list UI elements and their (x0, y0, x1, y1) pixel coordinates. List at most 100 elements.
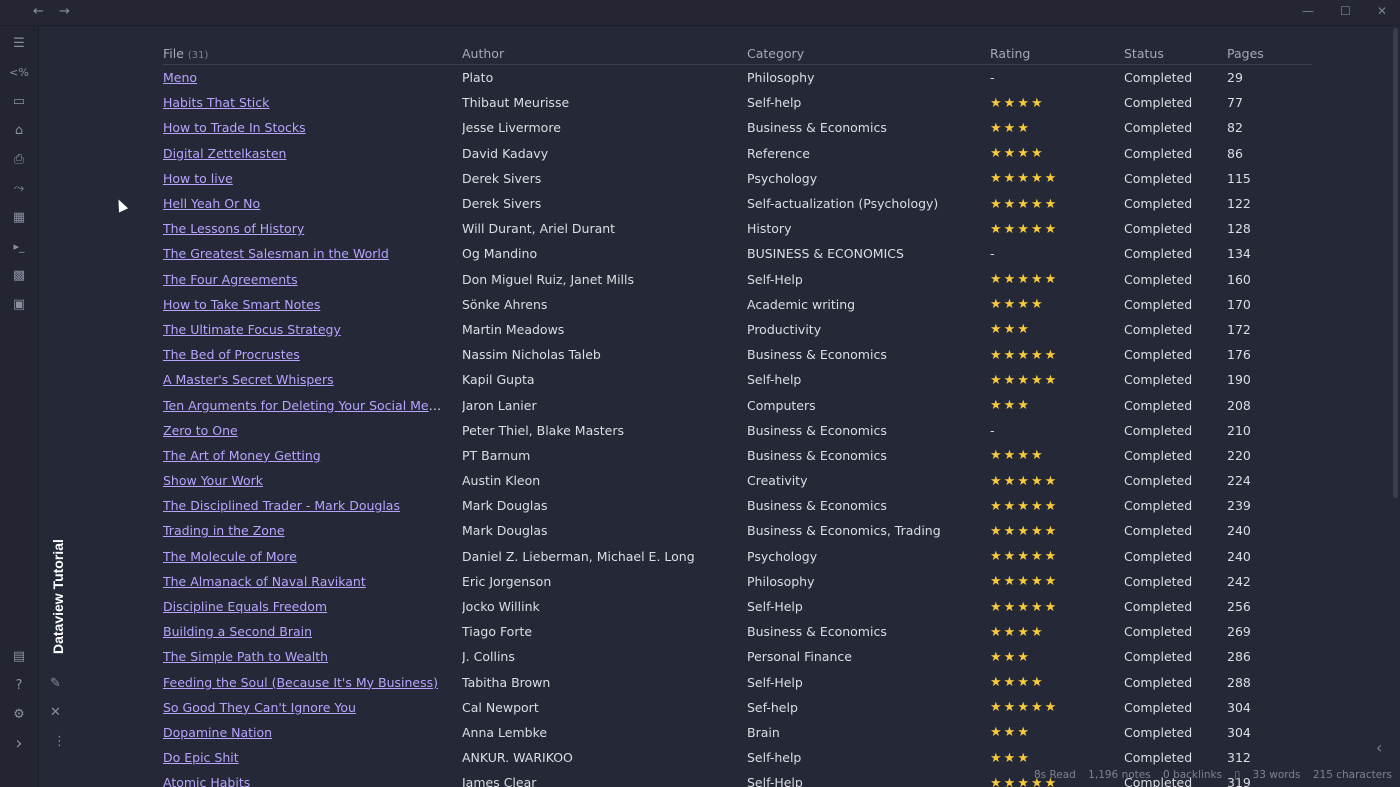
star-icon: ★ (1030, 372, 1043, 388)
book-icon[interactable]: ▯ (1234, 769, 1240, 781)
close-icon[interactable]: ✕ (50, 705, 61, 720)
pages-cell: 220 (1227, 447, 1251, 463)
file-link[interactable]: Feeding the Soul (Because It's My Busine… (163, 675, 438, 690)
terminal-icon[interactable]: ▸_ (9, 237, 29, 257)
table-body: Meno Plato Philosophy - Completed 29 Habits Th… (163, 65, 1312, 787)
file-link[interactable]: Digital Zettelkasten (163, 146, 286, 161)
star-icon: ★ (990, 498, 1002, 514)
star-icon: ★ (990, 171, 1002, 187)
file-link[interactable]: The Disciplined Trader - Mark Douglas (163, 498, 400, 513)
column-header-author[interactable]: Author (462, 42, 747, 65)
file-link[interactable]: So Good They Can't Ignore You (163, 700, 356, 715)
category-cell: Reference (747, 145, 810, 161)
pages-cell: 190 (1227, 372, 1251, 388)
edit-pencil-icon[interactable]: ✎ (50, 676, 61, 691)
settings-gear-icon[interactable]: ⚙ (9, 705, 29, 725)
file-link[interactable]: Dopamine Nation (163, 725, 272, 740)
file-link[interactable]: The Four Agreements (163, 272, 298, 287)
file-link[interactable]: The Art of Money Getting (163, 448, 321, 463)
pages-cell: 256 (1227, 599, 1251, 615)
file-link[interactable]: Trading in the Zone (163, 523, 285, 538)
forward-arrow-icon[interactable]: → (59, 4, 70, 19)
vault-icon[interactable]: ▤ (9, 647, 29, 667)
files-icon[interactable]: ☰ (9, 34, 29, 54)
file-link[interactable]: Ten Arguments for Deleting Your Social M… (163, 398, 462, 413)
pages-cell: 240 (1227, 548, 1251, 564)
star-icon: ★ (1030, 221, 1043, 237)
file-link[interactable]: The Almanack of Naval Ravikant (163, 574, 366, 589)
file-link[interactable]: Habits That Stick (163, 95, 269, 110)
expand-chevron-icon[interactable]: › (9, 734, 29, 754)
table-row: How to Take Smart Notes Sönke Ahrens Acade… (163, 292, 1312, 317)
file-cell: The Disciplined Trader - Mark Douglas (163, 493, 462, 518)
backlinks-count[interactable]: 0 backlinks (1163, 769, 1222, 781)
rating-cell: ★ ★ ★ ★ ★ (990, 518, 1124, 543)
file-link[interactable]: The Molecule of More (163, 549, 297, 564)
vault-name[interactable]: Dataview Tutorial (50, 539, 70, 662)
help-icon[interactable]: ? (9, 676, 29, 696)
status-cell: Completed (1124, 599, 1193, 615)
file-link[interactable]: A Master's Secret Whispers (163, 372, 334, 387)
file-link[interactable]: The Lessons of History (163, 221, 304, 236)
file-link[interactable]: Building a Second Brain (163, 624, 312, 639)
notebook-icon[interactable]: ▭ (9, 92, 29, 112)
category-cell: Business & Economics (747, 120, 887, 136)
file-link[interactable]: The Simple Path to Wealth (163, 649, 328, 664)
more-options-icon[interactable]: ⋮ (53, 734, 66, 749)
collapse-right-panel-icon[interactable]: ‹ (1376, 738, 1382, 757)
print-icon[interactable]: ⎙ (9, 150, 29, 170)
calendar-icon[interactable]: ▦ (9, 208, 29, 228)
apps-icon[interactable]: ▩ (9, 266, 29, 286)
status-cell: Completed (1124, 196, 1193, 212)
file-link[interactable]: Do Epic Shit (163, 750, 239, 765)
minimize-icon[interactable]: — (1302, 4, 1314, 18)
category-cell: Computers (747, 397, 816, 413)
file-link[interactable]: Discipline Equals Freedom (163, 599, 327, 614)
file-link[interactable]: Show Your Work (163, 473, 263, 488)
table-row: The Molecule of More Daniel Z. Lieberman,… (163, 544, 1312, 569)
back-arrow-icon[interactable]: ← (33, 4, 44, 19)
star-icon: ★ (1044, 196, 1057, 212)
maximize-icon[interactable]: ☐ (1340, 4, 1351, 18)
column-header-status[interactable]: Status (1124, 42, 1227, 65)
file-link[interactable]: How to live (163, 171, 233, 186)
column-header-file[interactable]: File (31) (163, 42, 462, 65)
star-icon: ★ (990, 775, 1002, 787)
author-cell: Cal Newport (462, 699, 539, 715)
rating-cell: ★ ★ ★ ★ ★ (990, 367, 1124, 392)
category-cell: Self-Help (747, 271, 803, 287)
templater-icon[interactable]: <% (9, 63, 29, 83)
graph-view-icon[interactable]: ⤳ (9, 179, 29, 199)
star-icon: ★ (1030, 549, 1043, 565)
file-link[interactable]: Zero to One (163, 423, 238, 438)
file-link[interactable]: The Ultimate Focus Strategy (163, 322, 341, 337)
category-cell: Self-help (747, 372, 802, 388)
image-icon[interactable]: ▣ (9, 295, 29, 315)
note-content: File (31) Author Category Rating Status … (80, 26, 1390, 787)
home-icon[interactable]: ⌂ (9, 121, 29, 141)
file-link[interactable]: Meno (163, 70, 197, 85)
status-cell: Completed (1124, 523, 1193, 539)
status-cell: Completed (1124, 221, 1193, 237)
file-link[interactable]: How to Trade In Stocks (163, 120, 306, 135)
close-window-icon[interactable]: ✕ (1377, 4, 1387, 18)
file-link[interactable]: Atomic Habits (163, 775, 250, 787)
pages-cell: 115 (1227, 170, 1251, 186)
star-icon: ★ (1017, 649, 1029, 665)
column-header-pages[interactable]: Pages (1227, 42, 1312, 65)
star-icon: ★ (990, 523, 1002, 539)
column-header-rating[interactable]: Rating (990, 42, 1124, 65)
empty-rating: - (990, 246, 995, 262)
file-link[interactable]: Hell Yeah Or No (163, 196, 260, 211)
table-row: The Disciplined Trader - Mark Douglas Mar… (163, 493, 1312, 518)
star-icon: ★ (1003, 272, 1016, 288)
star-icon: ★ (1017, 750, 1029, 766)
scrollbar[interactable] (1393, 28, 1398, 498)
file-link[interactable]: The Bed of Procrustes (163, 347, 300, 362)
author-cell: Tiago Forte (462, 624, 533, 640)
column-header-category[interactable]: Category (747, 42, 990, 65)
author-cell: James Clear (462, 775, 537, 787)
file-link[interactable]: The Greatest Salesman in the World (163, 246, 389, 261)
rating-cell: ★ ★ ★ (990, 745, 1124, 770)
file-link[interactable]: How to Take Smart Notes (163, 297, 320, 312)
